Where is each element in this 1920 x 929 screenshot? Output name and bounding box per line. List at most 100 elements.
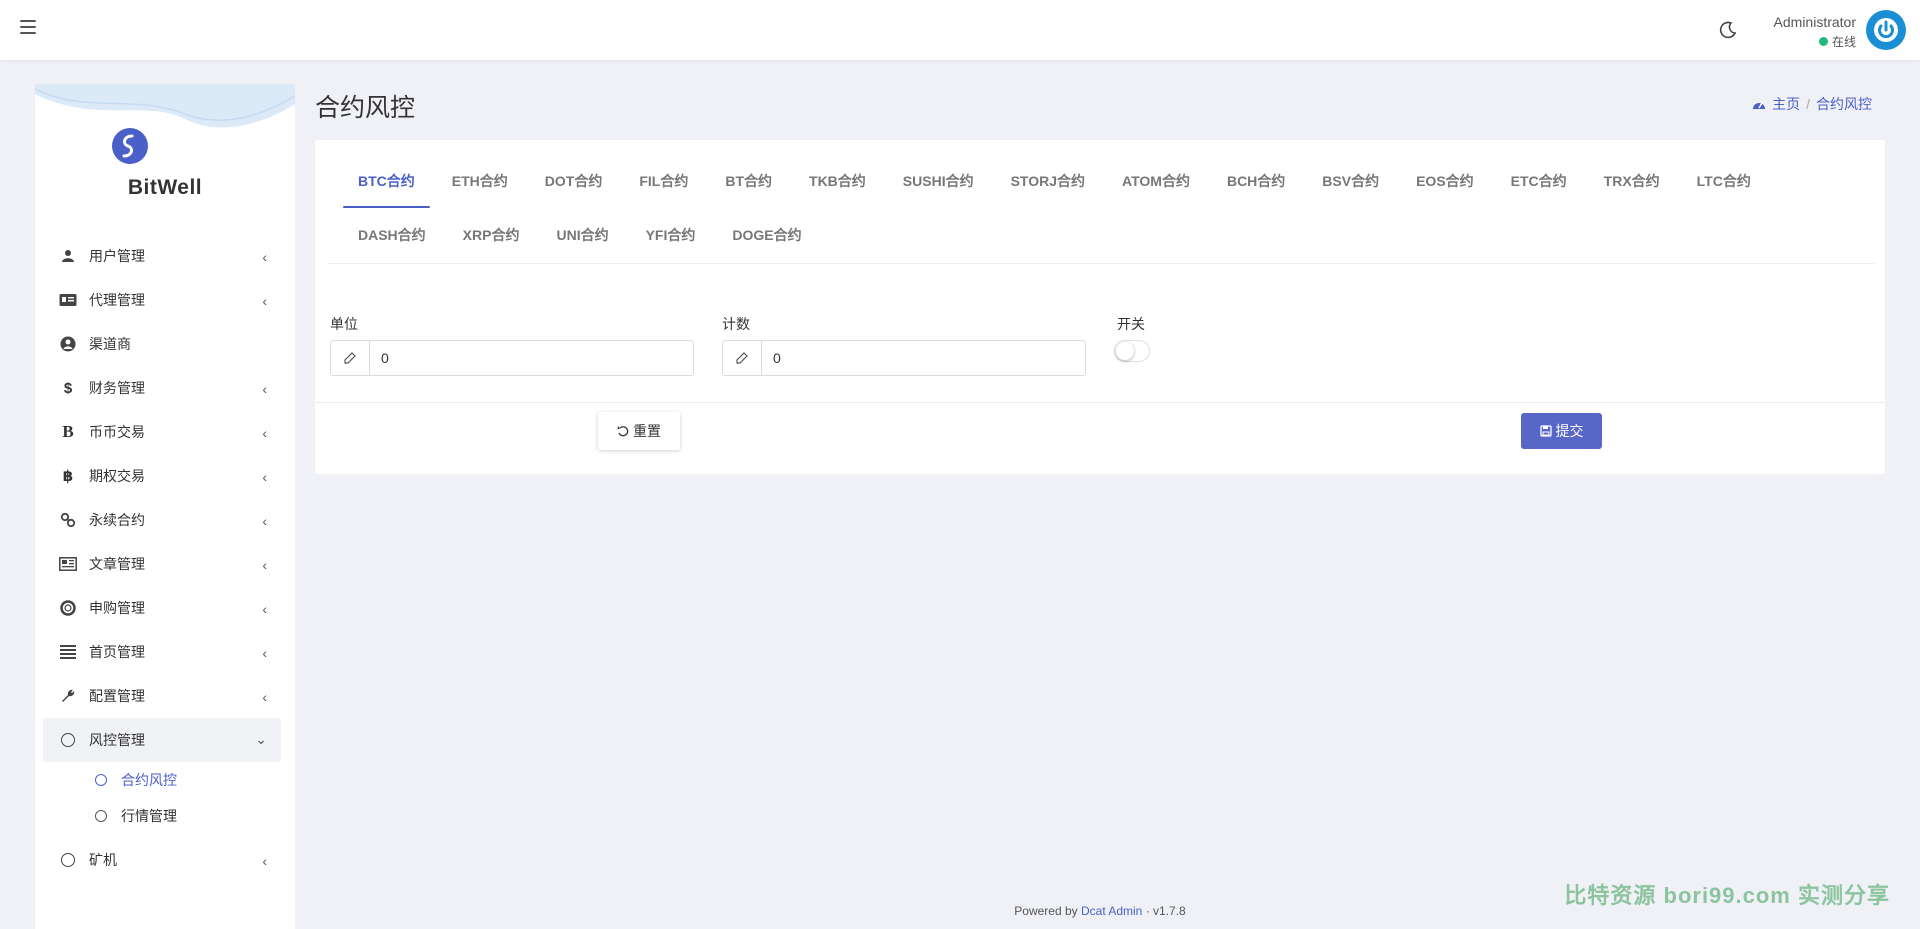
switch-label: 开关 (1117, 316, 1145, 332)
tab-eos[interactable]: EOS合约 (1401, 154, 1489, 208)
sidebar-item-subscription[interactable]: 申购管理 ‹ (43, 586, 281, 630)
bitcoin-icon: ฿ (62, 468, 74, 485)
tab-tkb[interactable]: TKB合约 (794, 154, 881, 208)
footer-separator: · (1145, 904, 1150, 918)
submit-button[interactable]: 提交 (1521, 413, 1602, 449)
tab-row-1: BTC合约 ETH合约 DOT合约 FIL合约 BT合约 TKB合约 SUSHI… (329, 154, 1875, 208)
switch-toggle[interactable] (1114, 340, 1150, 362)
tab-atom[interactable]: ATOM合约 (1107, 154, 1205, 208)
chevron-left-icon: ‹ (262, 293, 267, 309)
breadcrumb: 主页 / 合约风控 (1752, 94, 1872, 114)
reset-button[interactable]: 重置 (598, 412, 680, 450)
logo-text: BitWell (127, 176, 203, 199)
sidebar-item-label: 永续合约 (89, 512, 145, 528)
sidebar-item-label: 财务管理 (89, 380, 145, 396)
sidebar-item-options[interactable]: ฿ 期权交易 ‹ (43, 454, 281, 498)
list-icon (57, 645, 79, 659)
sidebar-item-perpetual[interactable]: 永续合约 ‹ (43, 498, 281, 542)
risk-control-submenu: 合约风控 行情管理 (43, 762, 281, 834)
sidebar-item-spot-trade[interactable]: B 币币交易 ‹ (43, 410, 281, 454)
sidebar-item-label: 渠道商 (89, 336, 131, 352)
sidebar-item-articles[interactable]: 文章管理 ‹ (43, 542, 281, 586)
sidebar-item-users[interactable]: 用户管理 ‹ (43, 234, 281, 278)
sidebar-subitem-contract-risk[interactable]: 合约风控 (43, 762, 281, 798)
form-card: BTC合约 ETH合约 DOT合约 FIL合约 BT合约 TKB合约 SUSHI… (315, 140, 1885, 474)
tab-yfi[interactable]: YFI合约 (631, 208, 711, 262)
chevron-left-icon: ‹ (262, 469, 267, 485)
tab-fil[interactable]: FIL合约 (624, 154, 703, 208)
sidebar-subitem-market[interactable]: 行情管理 (43, 798, 281, 834)
life-ring-icon (57, 600, 79, 616)
count-input[interactable] (762, 341, 1085, 375)
user-name[interactable]: Administrator (1774, 14, 1856, 30)
tab-trx[interactable]: TRX合约 (1589, 154, 1675, 208)
avatar[interactable] (1866, 10, 1906, 50)
tab-xrp[interactable]: XRP合约 (448, 208, 535, 262)
bold-b-icon: B (62, 422, 74, 441)
sidebar-item-config[interactable]: 配置管理 ‹ (43, 674, 281, 718)
bitwell-logo-icon[interactable] (112, 128, 148, 164)
tab-etc[interactable]: ETC合约 (1496, 154, 1582, 208)
contract-tabs: BTC合约 ETH合约 DOT合约 FIL合约 BT合约 TKB合约 SUSHI… (329, 154, 1875, 264)
chevron-left-icon: ‹ (262, 601, 267, 617)
undo-icon (617, 426, 629, 437)
sidebar-item-channel[interactable]: 渠道商 (43, 322, 281, 366)
tab-dash[interactable]: DASH合约 (343, 208, 441, 262)
sidebar-item-label: 期权交易 (89, 468, 145, 484)
watermark-text: 比特资源 bori99.com 实测分享 (1564, 883, 1890, 908)
chevron-left-icon: ‹ (262, 557, 267, 573)
sidebar-item-label: 申购管理 (89, 600, 145, 616)
breadcrumb-current-link[interactable]: 合约风控 (1816, 94, 1872, 114)
tab-sushi[interactable]: SUSHI合约 (888, 154, 989, 208)
sidebar-item-agents[interactable]: 代理管理 ‹ (43, 278, 281, 322)
footer-dcat-link[interactable]: Dcat Admin (1081, 904, 1142, 918)
count-label: 计数 (722, 316, 750, 332)
tab-storj[interactable]: STORJ合约 (996, 154, 1100, 208)
tab-bt[interactable]: BT合约 (710, 154, 787, 208)
circle-icon (57, 733, 79, 747)
form-divider (315, 402, 1885, 403)
menu-toggle-icon[interactable] (20, 20, 36, 34)
chevron-left-icon: ‹ (262, 853, 267, 869)
sidebar-item-label: 风控管理 (89, 732, 145, 748)
tab-ltc[interactable]: LTC合约 (1682, 154, 1766, 208)
dollar-icon: $ (63, 379, 73, 397)
chevron-left-icon: ‹ (262, 249, 267, 265)
toggle-knob (1116, 342, 1134, 360)
unit-input-group (330, 340, 694, 376)
newspaper-icon (57, 557, 79, 571)
reset-label: 重置 (633, 423, 661, 439)
chevron-left-icon: ‹ (262, 425, 267, 441)
status-text: 在线 (1831, 35, 1856, 49)
page-title: 合约风控 (315, 94, 416, 122)
tab-doge[interactable]: DOGE合约 (717, 208, 816, 262)
breadcrumb-separator: / (1806, 96, 1810, 112)
dashboard-icon (1753, 102, 1766, 109)
pencil-icon (723, 341, 762, 375)
chevron-down-icon: ⌄ (255, 731, 267, 747)
breadcrumb-home-link[interactable]: 主页 (1772, 94, 1800, 114)
power-icon (1874, 18, 1898, 42)
pencil-icon (331, 341, 370, 375)
tab-bch[interactable]: BCH合约 (1212, 154, 1300, 208)
tab-btc[interactable]: BTC合约 (343, 154, 430, 208)
sidebar-item-homepage[interactable]: 首页管理 ‹ (43, 630, 281, 674)
sidebar-subitem-label: 合约风控 (121, 772, 177, 788)
sidebar-item-miner[interactable]: 矿机 ‹ (43, 838, 281, 882)
dark-mode-moon-icon[interactable] (1718, 20, 1738, 40)
sidebar-item-label: 币币交易 (89, 424, 145, 440)
wrench-icon (57, 688, 79, 704)
tab-dot[interactable]: DOT合约 (530, 154, 618, 208)
tab-uni[interactable]: UNI合约 (541, 208, 623, 262)
unit-input[interactable] (370, 341, 693, 375)
footer-version: v1.7.8 (1153, 904, 1186, 918)
count-input-group (722, 340, 1086, 376)
sidebar-item-finance[interactable]: $ 财务管理 ‹ (43, 366, 281, 410)
submit-label: 提交 (1555, 423, 1584, 439)
link-icon (57, 512, 79, 528)
id-card-icon (57, 293, 79, 307)
tab-bsv[interactable]: BSV合约 (1307, 154, 1394, 208)
tab-eth[interactable]: ETH合约 (437, 154, 523, 208)
user-status: 在线 (1818, 33, 1856, 50)
sidebar-item-risk-control[interactable]: 风控管理 ⌄ (43, 718, 281, 762)
